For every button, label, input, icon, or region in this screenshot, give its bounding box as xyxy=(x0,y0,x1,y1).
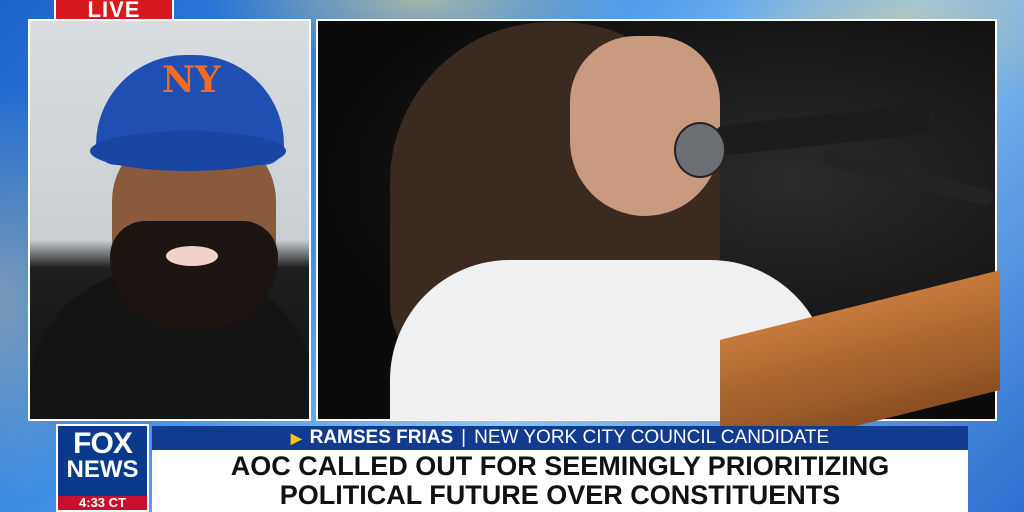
guest-mouth xyxy=(166,246,218,266)
broadcast-clock: 4:33 CT xyxy=(58,496,147,510)
headline-line-2: POLITICAL FUTURE OVER CONSTITUENTS xyxy=(279,480,841,510)
live-badge: LIVE xyxy=(54,0,174,22)
headline-line-1: AOC CALLED OUT FOR SEEMINGLY PRIORITIZIN… xyxy=(230,451,890,481)
guest-video-feed: NY xyxy=(28,19,311,421)
play-arrow-icon: ▶ xyxy=(290,429,302,446)
mets-cap-logo: NY xyxy=(162,59,221,101)
name-separator: | xyxy=(461,427,467,448)
guest-cap-brim xyxy=(90,131,286,171)
fox-news-logo: FOX NEWS 4:33 CT xyxy=(56,424,149,512)
headline-box: AOC CALLED OUT FOR SEEMINGLY PRIORITIZIN… xyxy=(152,450,968,512)
logo-fox-text: FOX xyxy=(73,427,133,460)
logo-news-text: NEWS xyxy=(66,456,139,483)
guest-name: RAMSES FRIAS xyxy=(309,427,454,448)
guest-title: NEW YORK CITY COUNCIL CANDIDATE xyxy=(474,427,830,448)
name-bar: ▶ RAMSES FRIAS | NEW YORK CITY COUNCIL C… xyxy=(152,426,968,450)
microphone-icon xyxy=(674,122,726,178)
